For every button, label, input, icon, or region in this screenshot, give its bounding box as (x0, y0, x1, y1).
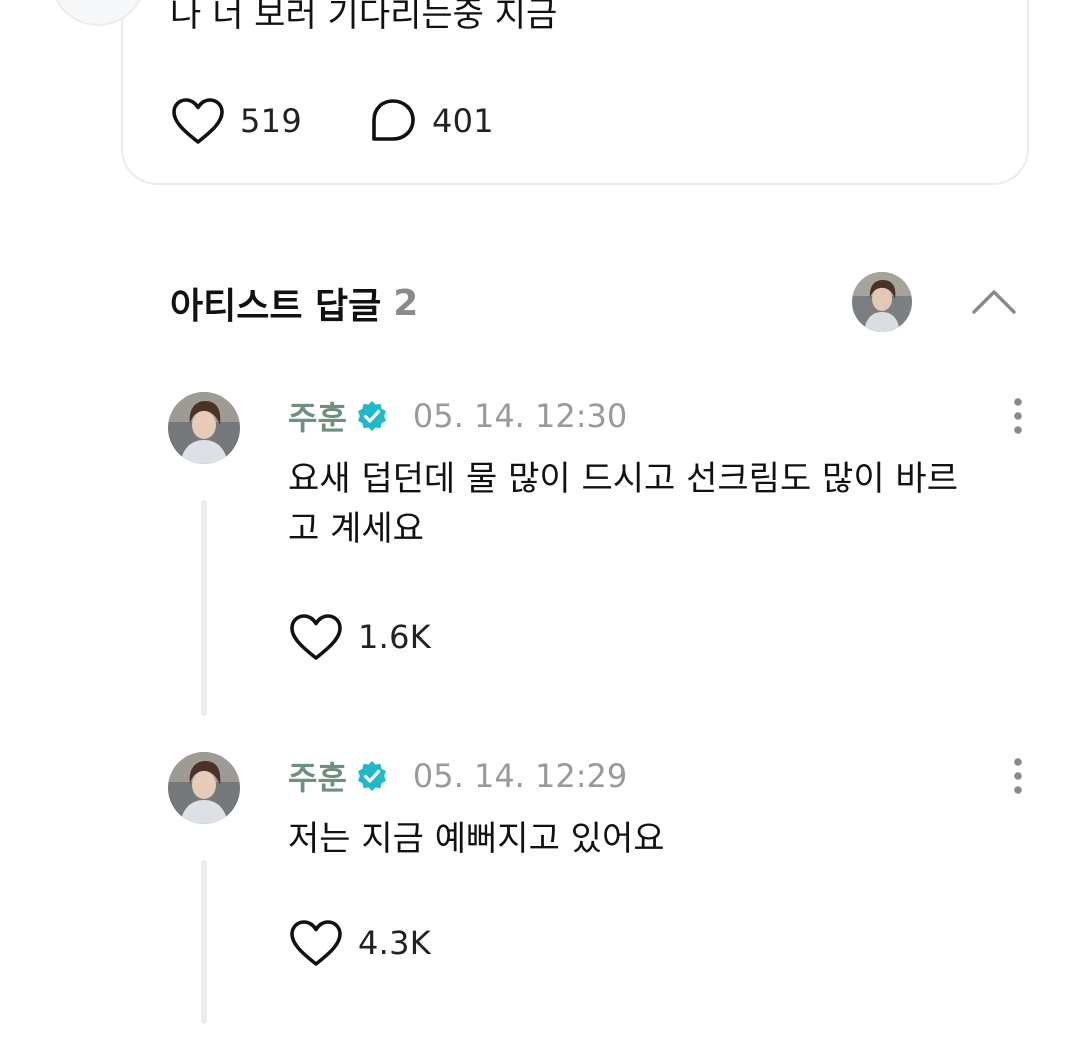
post-text: 나 너 보러 기다리는중 지금 (170, 0, 558, 35)
thread-line (201, 860, 207, 1024)
artist-replies-title: 아티스트 답글 (170, 286, 382, 327)
reply-like-button[interactable]: 4.3K (288, 918, 431, 968)
reply-meta: 주훈 05. 14. 12:29 (288, 754, 627, 798)
post-like-count: 519 (240, 102, 302, 140)
reply-author-name[interactable]: 주훈 (288, 753, 347, 799)
artist-replies-screen: 나 너 보러 기다리는중 지금 519 401 아티스트 답글 2 주훈 05.… (0, 0, 1080, 1045)
reply-timestamp: 05. 14. 12:29 (412, 757, 628, 795)
reply-like-count: 4.3K (358, 924, 432, 962)
heart-icon (290, 920, 342, 966)
reply-meta: 주훈 05. 14. 12:30 (288, 394, 627, 438)
reply-author-avatar[interactable] (168, 392, 240, 464)
artist-avatar[interactable] (852, 272, 912, 332)
more-vertical-icon[interactable] (1004, 394, 1032, 438)
artist-replies-header: 아티스트 답글 2 (170, 278, 418, 328)
verified-badge-icon (357, 761, 386, 791)
reply-text: 저는 지금 예뻐지고 있어요 (288, 819, 665, 859)
artist-replies-count: 2 (393, 282, 419, 324)
post-actions: 519 401 (170, 96, 494, 146)
more-vertical-icon[interactable] (1004, 754, 1032, 798)
comment-bubble-icon (372, 99, 415, 141)
reply-like-count: 1.6K (358, 618, 432, 656)
reply-author-name[interactable]: 주훈 (288, 393, 347, 439)
chevron-up-icon[interactable] (966, 278, 1022, 324)
thread-line (201, 500, 207, 716)
post-comment-button[interactable]: 401 (368, 96, 494, 146)
reply-author-avatar[interactable] (168, 752, 240, 824)
heart-icon (172, 98, 224, 144)
post-like-button[interactable]: 519 (170, 96, 302, 146)
reply-like-button[interactable]: 1.6K (288, 612, 431, 662)
verified-badge-icon (357, 401, 386, 431)
post-comment-count: 401 (431, 102, 494, 140)
heart-icon (290, 614, 342, 660)
reply-timestamp: 05. 14. 12:30 (412, 397, 628, 435)
reply-text: 요새 덥던데 물 많이 드시고 선크림도 많이 바르고 계세요 (288, 459, 958, 549)
